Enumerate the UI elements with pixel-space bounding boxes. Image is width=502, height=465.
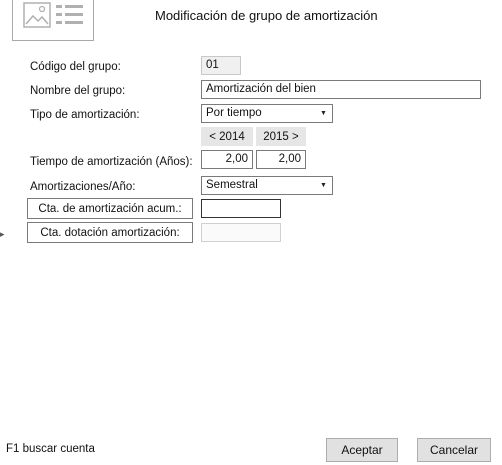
- accept-button[interactable]: Aceptar: [326, 438, 398, 462]
- tipo-select-value: Por tiempo: [206, 107, 262, 119]
- codigo-field: 01: [201, 56, 241, 75]
- amortizaciones-select-value: Semestral: [206, 179, 258, 191]
- cancel-button[interactable]: Cancelar: [417, 438, 491, 462]
- nombre-input[interactable]: Amortización del bien: [201, 80, 481, 99]
- tipo-select[interactable]: Por tiempo ▼: [201, 104, 333, 123]
- amortizaciones-label: Amortizaciones/Año:: [30, 181, 136, 193]
- cta-dotacion-button[interactable]: Cta. dotación amortización:: [27, 222, 193, 243]
- codigo-label: Código del grupo:: [30, 61, 121, 73]
- row-pointer-icon: ▸: [0, 229, 5, 239]
- cta-acum-button[interactable]: Cta. de amortización acum.:: [27, 198, 193, 219]
- form-document-icon: [23, 2, 83, 28]
- tiempo-2014-input[interactable]: 2,00: [201, 150, 253, 169]
- footer-hint: F1 buscar cuenta: [6, 443, 95, 455]
- chevron-down-icon: ▼: [320, 182, 327, 189]
- chevron-down-icon: ▼: [320, 110, 327, 117]
- amortizaciones-select[interactable]: Semestral ▼: [201, 176, 333, 195]
- header-icon-box: [12, 0, 94, 41]
- tiempo-label: Tiempo de amortización (Años):: [30, 156, 193, 168]
- prev-year-button[interactable]: < 2014: [201, 127, 253, 146]
- next-year-button[interactable]: 2015 >: [256, 127, 306, 146]
- cta-dotacion-input[interactable]: [201, 223, 281, 242]
- tiempo-2015-input[interactable]: 2,00: [256, 150, 306, 169]
- tipo-label: Tipo de amortización:: [30, 109, 140, 121]
- dialog-title: Modificación de grupo de amortización: [155, 8, 378, 23]
- cta-acum-input[interactable]: [201, 199, 281, 218]
- nombre-label: Nombre del grupo:: [30, 85, 126, 97]
